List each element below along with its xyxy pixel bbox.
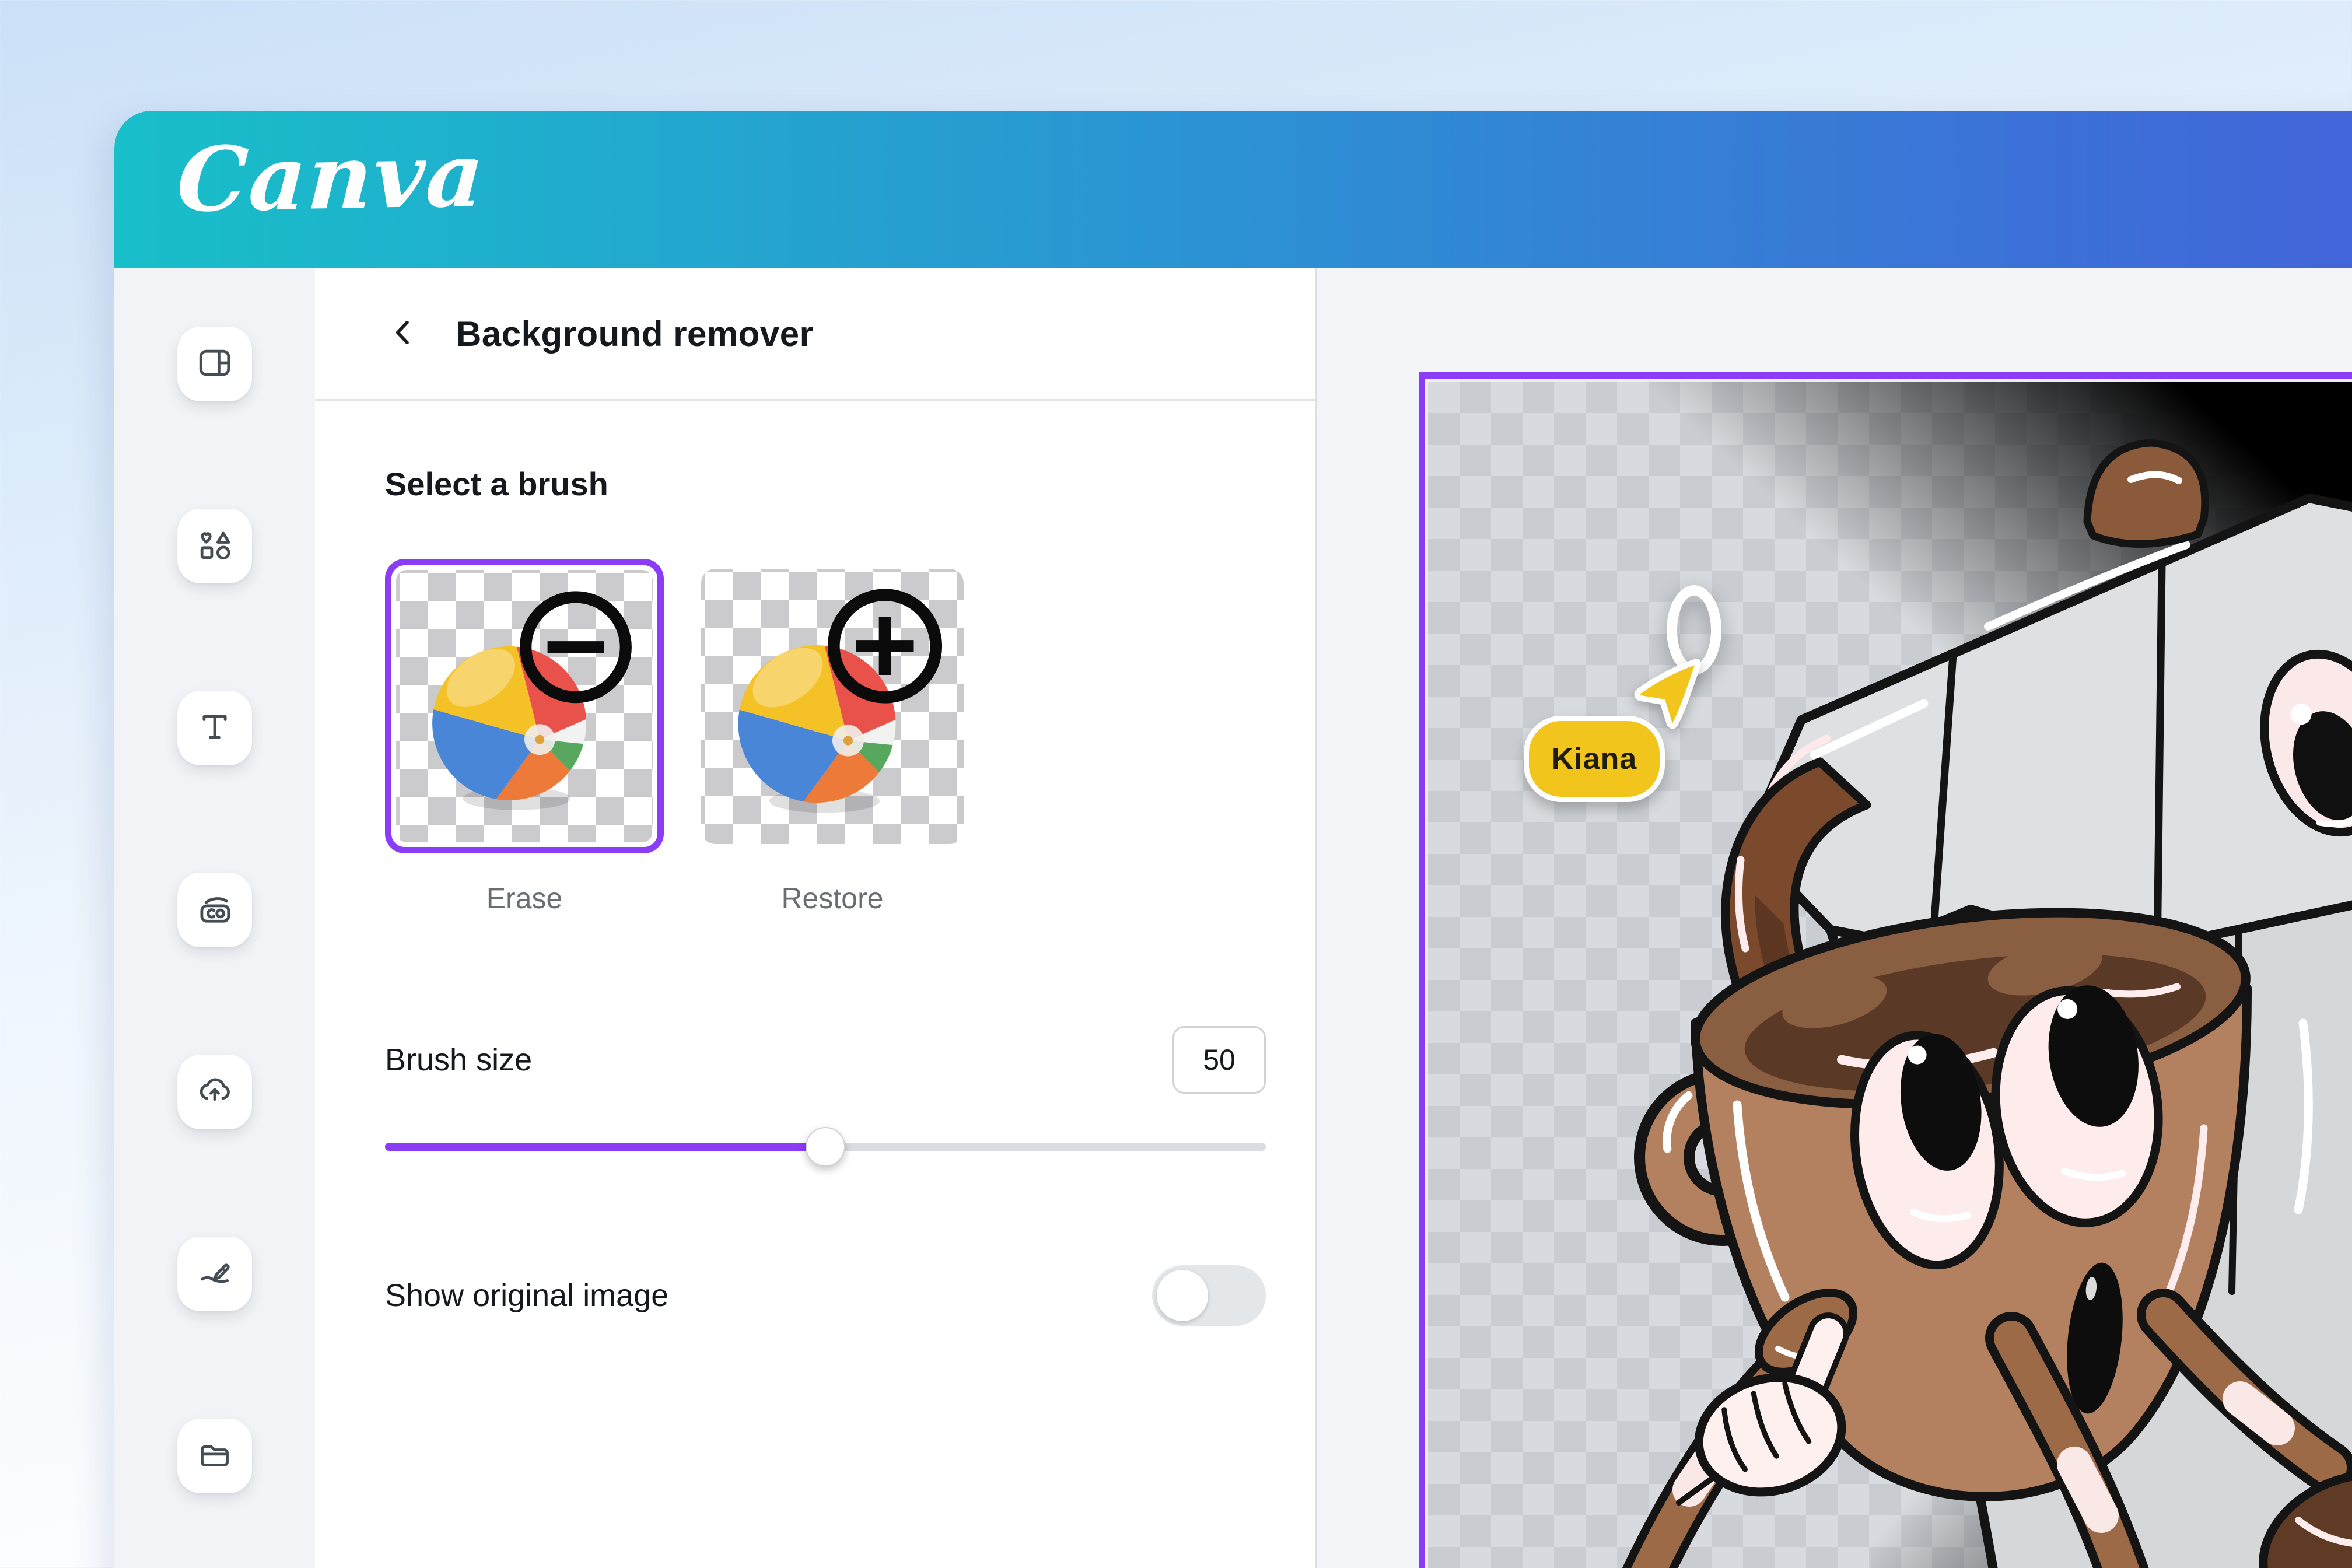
beach-ball-erase-thumbnail bbox=[396, 570, 653, 842]
image-canvas[interactable] bbox=[1419, 372, 2352, 1568]
sidebar-rail bbox=[114, 268, 315, 1568]
coffee-pot-and-cup-artwork bbox=[1428, 382, 2352, 1568]
sidebar-item-uploads[interactable] bbox=[177, 1055, 252, 1129]
sidebar-item-projects[interactable] bbox=[177, 1419, 252, 1493]
background-remover-panel: Background remover Select a brush bbox=[315, 268, 1317, 1568]
text-icon bbox=[195, 707, 235, 750]
panel-header: Background remover bbox=[315, 268, 1315, 401]
brush-option-restore[interactable] bbox=[701, 569, 964, 844]
app-header: Canva bbox=[114, 111, 2352, 268]
sidebar-item-elements[interactable] bbox=[177, 509, 252, 583]
sidebar-item-text[interactable] bbox=[177, 691, 252, 765]
plus-circle-icon bbox=[834, 594, 936, 697]
brush-size-slider[interactable] bbox=[385, 1126, 1266, 1167]
app-window: Canva bbox=[114, 111, 2352, 1568]
beach-ball-restore-thumbnail bbox=[701, 569, 964, 844]
sidebar-item-draw[interactable] bbox=[177, 1237, 252, 1311]
brush-size-label: Brush size bbox=[385, 1042, 532, 1078]
brush-option-labels: Erase Restore bbox=[385, 881, 1266, 915]
brand-icon bbox=[195, 889, 235, 932]
chevron-left-icon bbox=[387, 316, 420, 352]
toggle-knob bbox=[1157, 1270, 1208, 1321]
restore-label: Restore bbox=[701, 881, 964, 915]
brush-options bbox=[385, 559, 1266, 853]
canvas-transparency-checkerboard bbox=[1428, 382, 2352, 1568]
uploads-icon bbox=[195, 1071, 235, 1114]
minus-circle-icon bbox=[526, 597, 626, 698]
brush-size-fill bbox=[385, 1143, 825, 1151]
draw-icon bbox=[195, 1253, 235, 1296]
brush-size-value[interactable]: 50 bbox=[1172, 1026, 1266, 1094]
show-original-label: Show original image bbox=[385, 1278, 668, 1314]
brush-section-heading: Select a brush bbox=[385, 465, 1266, 503]
sidebar-item-design[interactable] bbox=[177, 327, 252, 401]
projects-icon bbox=[195, 1435, 235, 1478]
back-button[interactable] bbox=[385, 315, 422, 352]
panel-body: Select a brush bbox=[315, 401, 1315, 1568]
elements-icon bbox=[195, 525, 235, 568]
sidebar-item-brand[interactable] bbox=[177, 873, 252, 947]
brush-option-erase[interactable] bbox=[385, 559, 664, 853]
show-original-toggle[interactable] bbox=[1152, 1265, 1266, 1326]
brush-size-thumb[interactable] bbox=[806, 1127, 845, 1167]
erase-label: Erase bbox=[385, 881, 664, 915]
design-icon bbox=[195, 343, 235, 386]
canva-logo[interactable]: Canva bbox=[175, 130, 487, 224]
panel-title: Background remover bbox=[456, 314, 814, 354]
